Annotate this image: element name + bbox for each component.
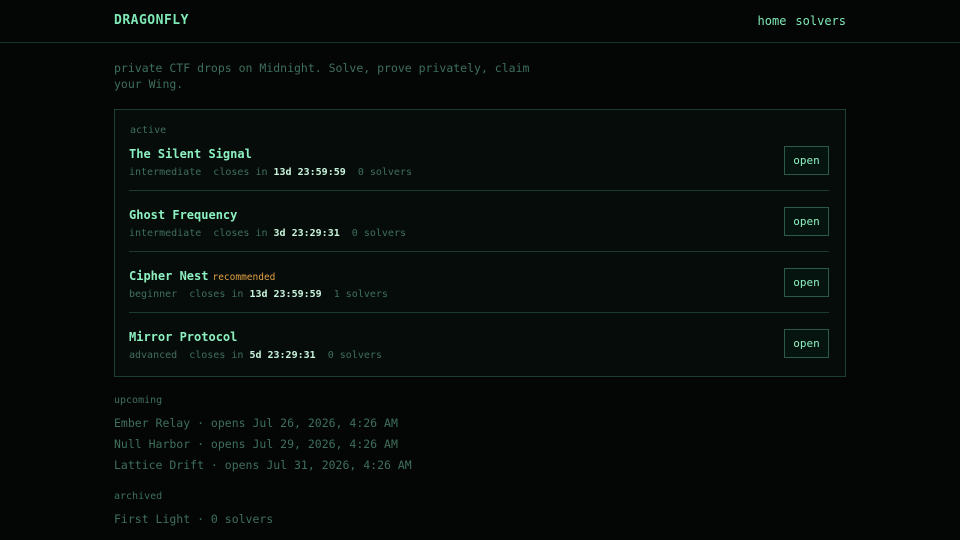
countdown-timer: 3d 23:29:31 — [273, 228, 340, 239]
upcoming-item: Ember Relay · opens Jul 26, 2026, 4:26 A… — [114, 416, 398, 430]
challenge-row: Ghost Frequency intermediate closes in 3… — [114, 191, 844, 252]
challenge-meta: intermediate closes in 13d 23:59:59 0 so… — [129, 167, 412, 178]
upcoming-section-label: upcoming — [114, 395, 163, 406]
open-challenge-button[interactable]: open — [784, 207, 829, 236]
open-challenge-button[interactable]: open — [784, 268, 829, 297]
upcoming-item: Lattice Drift · opens Jul 31, 2026, 4:26… — [114, 458, 412, 472]
challenge-title: The Silent Signal — [129, 147, 252, 161]
difficulty-label: advanced — [129, 350, 178, 361]
solver-count: 1 solvers — [333, 289, 388, 300]
challenge-meta: advanced closes in 5d 23:29:31 0 solvers — [129, 350, 382, 361]
difficulty-label: beginner — [129, 289, 178, 300]
countdown-timer: 13d 23:59:59 — [273, 167, 346, 178]
solver-count: 0 solvers — [351, 228, 406, 239]
archived-section-label: archived — [114, 491, 163, 502]
challenge-title: Mirror Protocol — [129, 330, 238, 344]
brand-logo[interactable]: DRAGONFLY — [114, 13, 189, 28]
challenge-row: The Silent Signal intermediate closes in… — [114, 130, 844, 191]
challenge-meta: beginner closes in 13d 23:59:59 1 solver… — [129, 289, 388, 300]
countdown-timer: 13d 23:59:59 — [249, 289, 322, 300]
archived-item: First Light · 0 solvers — [114, 512, 274, 526]
challenge-title: Ghost Frequency — [129, 208, 238, 222]
challenge-row: Mirror Protocol advanced closes in 5d 23… — [114, 313, 844, 374]
solver-count: 0 solvers — [327, 350, 382, 361]
closes-label: closes in — [213, 228, 268, 239]
challenge-title: Cipher Nest recommended — [129, 269, 276, 283]
recommended-badge: recommended — [212, 272, 276, 283]
closes-label: closes in — [189, 350, 244, 361]
challenge-row: Cipher Nest recommended beginner closes i… — [114, 252, 844, 313]
closes-label: closes in — [213, 167, 268, 178]
closes-label: closes in — [189, 289, 244, 300]
open-challenge-button[interactable]: open — [784, 329, 829, 358]
open-challenge-button[interactable]: open — [784, 146, 829, 175]
nav-solvers-link[interactable]: solvers — [795, 14, 846, 28]
countdown-timer: 5d 23:29:31 — [249, 350, 316, 361]
nav-home-link[interactable]: home — [758, 14, 787, 28]
top-bar: DRAGONFLY home solvers — [0, 0, 960, 43]
tagline: private CTF drops on Midnight. Solve, pr… — [114, 61, 530, 91]
difficulty-label: intermediate — [129, 167, 202, 178]
challenge-meta: intermediate closes in 3d 23:29:31 0 sol… — [129, 228, 406, 239]
solver-count: 0 solvers — [357, 167, 412, 178]
upcoming-item: Null Harbor · opens Jul 29, 2026, 4:26 A… — [114, 437, 398, 451]
difficulty-label: intermediate — [129, 228, 202, 239]
main-nav: home solvers — [758, 14, 846, 28]
